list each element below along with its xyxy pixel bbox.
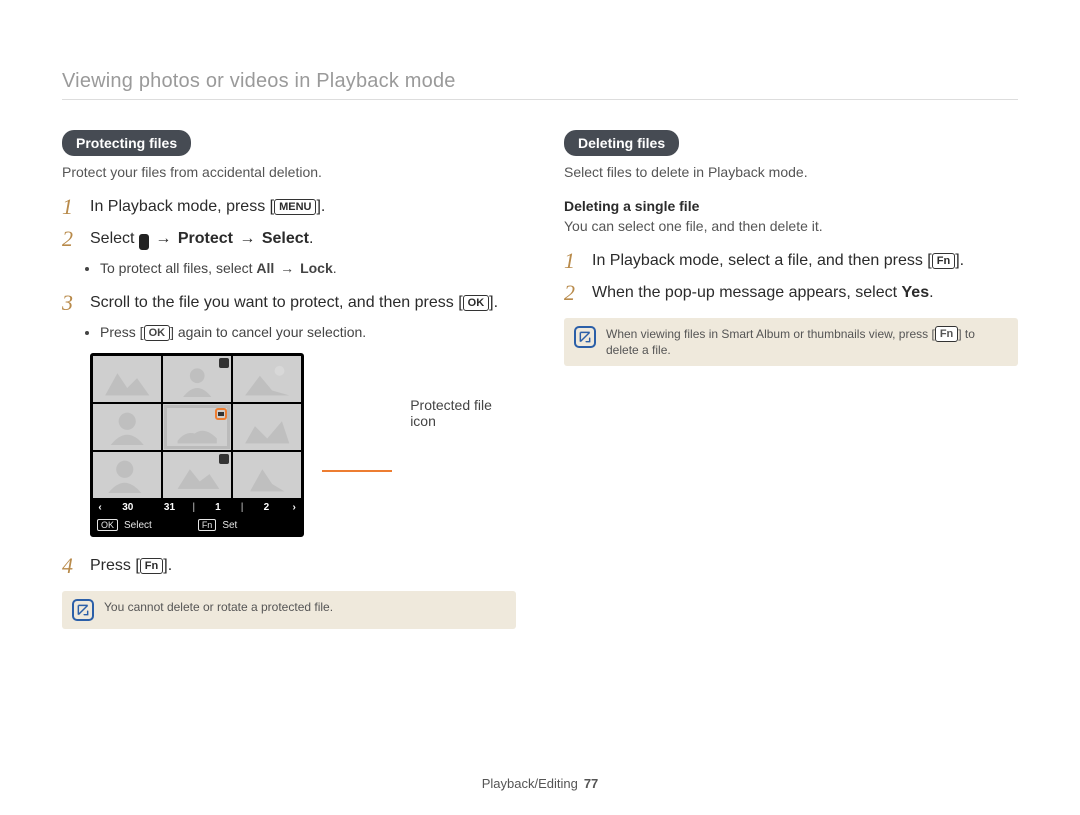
date-scrollbar: ‹ 30 31 | 1 | 2 › — [93, 498, 301, 516]
ok-button-inline: OK — [144, 325, 171, 341]
lock-icon — [215, 408, 227, 420]
note-icon — [72, 599, 94, 621]
step-4: 4 Press [Fn]. — [62, 555, 516, 577]
subhead-single-file: Deleting a single file — [564, 198, 1018, 214]
video-badge-icon — [219, 454, 229, 464]
thumbnail-illustration: ‹ 30 31 | 1 | 2 › OK Select Fn Se — [90, 353, 516, 537]
sub-bullet-1: To protect all files, select All → Lock. — [100, 260, 516, 276]
page-footer: Playback/Editing77 — [0, 776, 1080, 791]
page-title: Viewing photos or videos in Playback mod… — [62, 70, 1018, 93]
fn-button-inline: Fn — [935, 326, 958, 342]
section-pill-deleting: Deleting files — [564, 130, 679, 156]
step-r2: 2 When the pop-up message appears, selec… — [564, 282, 1018, 304]
command-bar: OK Select Fn Set — [93, 516, 301, 534]
divider — [62, 99, 1018, 100]
note-icon — [574, 326, 596, 348]
protecting-desc: Protect your files from accidental delet… — [62, 164, 516, 180]
step-3: 3 Scroll to the file you want to protect… — [62, 292, 516, 314]
deleting-desc: Select files to delete in Playback mode. — [564, 164, 1018, 180]
menu-button-inline: MENU — [274, 199, 316, 215]
sub-bullet-2: Press [OK] again to cancel your selectio… — [100, 324, 516, 341]
ok-button-inline: OK — [463, 295, 490, 311]
selected-thumbnail — [163, 404, 231, 450]
fn-button-inline: Fn — [140, 558, 163, 574]
step-1: 1 In Playback mode, press [MENU]. — [62, 196, 516, 218]
step-2: 2 Select → Protect → Select. — [62, 228, 516, 250]
video-badge-icon — [219, 358, 229, 368]
file-wrench-icon — [139, 234, 149, 250]
chevron-right-icon: › — [287, 502, 301, 513]
chevron-left-icon: ‹ — [93, 502, 107, 513]
callout-line — [322, 470, 392, 472]
column-deleting: Deleting files Select files to delete in… — [564, 130, 1018, 629]
note-deleting: When viewing files in Smart Album or thu… — [564, 318, 1018, 366]
note-protecting: You cannot delete or rotate a protected … — [62, 591, 516, 629]
callout-text: Protected file icon — [410, 397, 516, 429]
fn-button-inline: Fn — [932, 253, 955, 269]
step-r1: 1 In Playback mode, select a file, and t… — [564, 250, 1018, 272]
subtext-single-file: You can select one file, and then delete… — [564, 218, 1018, 234]
section-pill-protecting: Protecting files — [62, 130, 191, 156]
column-protecting: Protecting files Protect your files from… — [62, 130, 516, 629]
